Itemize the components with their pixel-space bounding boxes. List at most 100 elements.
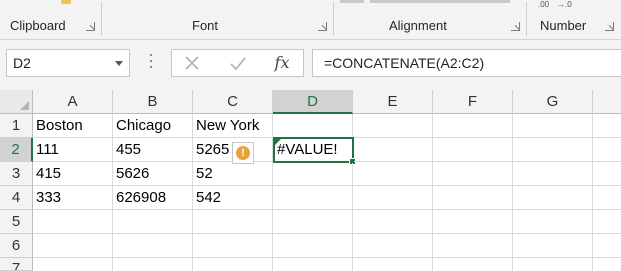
cell-b4[interactable]: 626908	[113, 186, 193, 210]
paste-icon[interactable]	[61, 0, 71, 4]
ribbon: Clipboard Font Alignment .00 →.0 Number	[0, 0, 621, 40]
cell-g4[interactable]	[513, 186, 593, 210]
cell-h6[interactable]	[593, 234, 621, 258]
column-header-e[interactable]: E	[353, 90, 433, 114]
cell-f4[interactable]	[433, 186, 513, 210]
increase-decimal-button[interactable]: .00	[538, 0, 549, 9]
column-header-a[interactable]: A	[33, 90, 113, 114]
cell-b7[interactable]	[113, 258, 193, 271]
cell-d2[interactable]: #VALUE!	[273, 137, 356, 165]
cell-d3[interactable]	[273, 163, 353, 186]
cell-f5[interactable]	[433, 210, 513, 234]
cell-c3[interactable]: 52	[193, 162, 273, 186]
cell-c5[interactable]	[193, 210, 273, 234]
row-header-5[interactable]: 5	[0, 210, 33, 234]
cell-d6[interactable]	[273, 234, 353, 258]
name-box[interactable]: D2	[6, 49, 130, 77]
cell-g5[interactable]	[513, 210, 593, 234]
cell-e1[interactable]	[353, 114, 433, 138]
name-box-value: D2	[13, 55, 31, 71]
row-header-1[interactable]: 1	[0, 114, 33, 138]
cell-g6[interactable]	[513, 234, 593, 258]
cell-f3[interactable]	[433, 162, 513, 186]
cell-a4[interactable]: 333	[33, 186, 113, 210]
row-header-6[interactable]: 6	[0, 234, 33, 258]
ribbon-control-sliver	[370, 0, 510, 3]
cell-c4[interactable]: 542	[193, 186, 273, 210]
cell-f6[interactable]	[433, 234, 513, 258]
cell-b1[interactable]: Chicago	[113, 114, 193, 138]
decrease-decimal-button[interactable]: →.0	[557, 0, 572, 9]
cell-a5[interactable]	[33, 210, 113, 234]
column-header-h[interactable]	[593, 90, 621, 114]
column-header-c[interactable]: C	[193, 90, 273, 114]
cell-h2[interactable]	[593, 138, 621, 162]
cell-b6[interactable]	[113, 234, 193, 258]
cell-d5[interactable]	[273, 210, 353, 234]
cell-f1[interactable]	[433, 114, 513, 138]
formula-buttons: fx	[171, 49, 304, 77]
cell-h5[interactable]	[593, 210, 621, 234]
cell-a1[interactable]: Boston	[33, 114, 113, 138]
ribbon-divider	[101, 2, 102, 36]
cell-c1[interactable]: New York	[193, 114, 273, 138]
cell-g7[interactable]	[513, 258, 593, 271]
ribbon-group-number-label: Number	[540, 18, 587, 33]
cell-c7[interactable]	[193, 258, 273, 271]
cell-e7[interactable]	[353, 258, 433, 271]
ribbon-divider	[526, 2, 527, 36]
row-header-2[interactable]: 2	[0, 138, 33, 162]
chevron-down-icon[interactable]	[115, 61, 123, 66]
row-header-4[interactable]: 4	[0, 186, 33, 210]
cell-c6[interactable]	[193, 234, 273, 258]
cell-g2[interactable]	[513, 138, 593, 162]
cell-b5[interactable]	[113, 210, 193, 234]
cell-d2-value: #VALUE!	[277, 141, 338, 158]
clipboard-launcher-icon[interactable]	[86, 22, 95, 31]
cell-d4[interactable]	[273, 186, 353, 210]
cell-h1[interactable]	[593, 114, 621, 138]
cell-a2[interactable]: 111	[33, 138, 113, 162]
cell-h4[interactable]	[593, 186, 621, 210]
row-header-3[interactable]: 3	[0, 162, 33, 186]
cancel-icon[interactable]	[178, 52, 206, 74]
cell-e3[interactable]	[353, 162, 433, 186]
cell-a7[interactable]	[33, 258, 113, 271]
cell-e6[interactable]	[353, 234, 433, 258]
warning-icon: !	[236, 146, 250, 160]
cell-g3[interactable]	[513, 162, 593, 186]
column-header-b[interactable]: B	[113, 90, 193, 114]
cell-h3[interactable]	[593, 162, 621, 186]
cell-b3[interactable]: 5626	[113, 162, 193, 186]
column-header-f[interactable]: F	[433, 90, 513, 114]
font-launcher-icon[interactable]	[318, 22, 327, 31]
row-header-7[interactable]: 7	[0, 258, 33, 271]
cell-g1[interactable]	[513, 114, 593, 138]
number-launcher-icon[interactable]	[605, 22, 614, 31]
cell-f2[interactable]	[433, 138, 513, 162]
cell-e2[interactable]	[354, 138, 433, 162]
cell-a3[interactable]: 415	[33, 162, 113, 186]
cell-e5[interactable]	[353, 210, 433, 234]
cell-d7[interactable]	[273, 258, 353, 271]
cell-f7[interactable]	[433, 258, 513, 271]
error-check-button[interactable]: !	[232, 142, 254, 164]
ribbon-group-alignment-label: Alignment	[389, 18, 447, 33]
select-all-button[interactable]	[0, 90, 33, 114]
formula-input[interactable]: =CONCATENATE(A2:C2)	[312, 49, 621, 77]
column-header-g[interactable]: G	[513, 90, 593, 114]
check-icon[interactable]	[224, 52, 252, 74]
cell-d1[interactable]	[273, 114, 353, 138]
alignment-launcher-icon[interactable]	[511, 22, 520, 31]
drag-handle-icon[interactable]	[149, 54, 153, 72]
cell-b2[interactable]: 455	[113, 138, 193, 162]
insert-function-icon[interactable]: fx	[268, 52, 296, 74]
ribbon-group-font-label: Font	[192, 18, 219, 33]
cell-e4[interactable]	[353, 186, 433, 210]
cell-a6[interactable]	[33, 234, 113, 258]
formula-bar: D2 fx =CONCATENATE(A2:C2)	[0, 40, 621, 90]
worksheet-grid: A B C D E F G 1 2 3 4 5 6 7 Boston Chica…	[0, 90, 621, 271]
ribbon-divider	[333, 2, 334, 36]
column-header-d[interactable]: D	[273, 90, 353, 114]
cell-h7[interactable]	[593, 258, 621, 271]
